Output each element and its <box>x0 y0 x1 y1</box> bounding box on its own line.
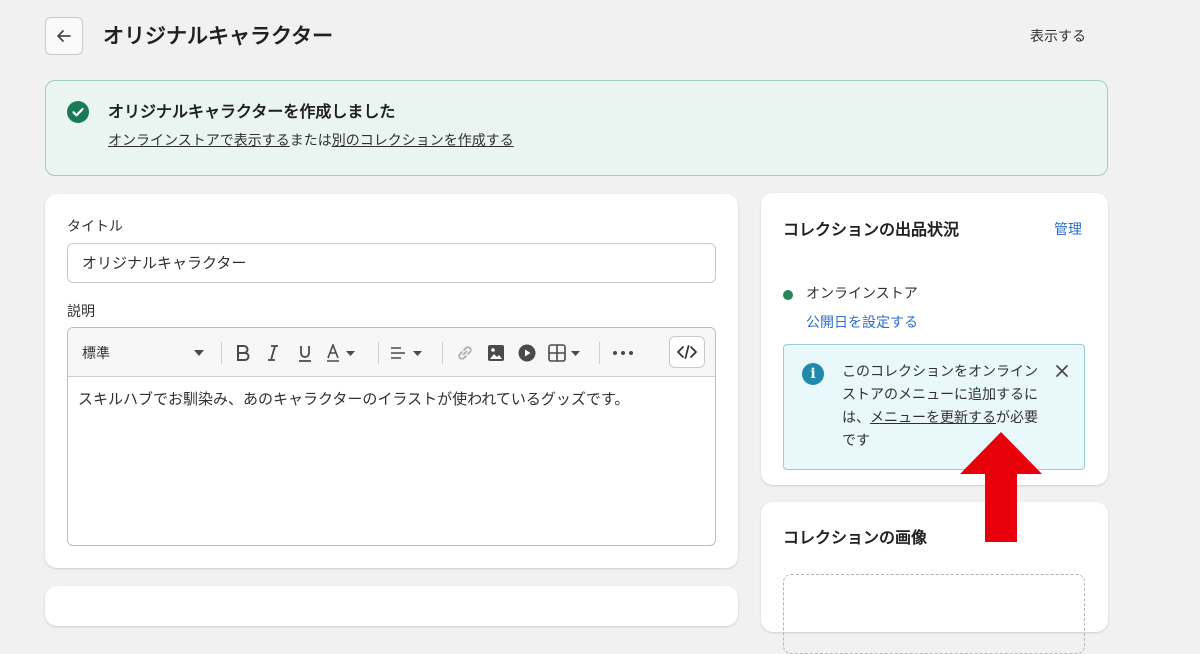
view-button[interactable]: 表示する <box>1030 27 1086 47</box>
bold-icon[interactable] <box>232 341 254 365</box>
availability-title: コレクションの出品状況 <box>783 220 960 239</box>
text-color-icon[interactable] <box>326 341 364 365</box>
underline-icon[interactable] <box>294 341 316 365</box>
back-button[interactable] <box>45 17 83 55</box>
description-editor: 標準 スキルハブでお馴染み、あのキャラクターのイラストが使われているグッズです。 <box>67 327 716 546</box>
caret-down-icon <box>194 350 204 356</box>
title-input[interactable]: オリジナルキャラクター <box>67 243 716 283</box>
collection-availability-card: コレクションの出品状況 管理 オンラインストア 公開日を設定する i このコレク… <box>761 193 1108 485</box>
close-icon[interactable] <box>1052 361 1072 381</box>
check-circle-icon <box>67 101 89 123</box>
toolbar-divider <box>442 342 443 364</box>
table-icon[interactable] <box>548 341 586 365</box>
editor-toolbar: 標準 <box>68 328 715 377</box>
toolbar-divider <box>599 342 600 364</box>
channel-online-store: オンラインストア <box>806 286 918 302</box>
image-dropzone[interactable] <box>783 574 1085 654</box>
image-icon[interactable] <box>485 341 507 365</box>
toolbar-divider <box>221 342 222 364</box>
format-select[interactable]: 標準 <box>76 341 210 365</box>
arrow-left-icon <box>57 30 71 42</box>
collection-details-card: タイトル オリジナルキャラクター 説明 標準 スキルハブでお馴染み、あのキャラク… <box>45 194 738 568</box>
manage-link[interactable]: 管理 <box>1054 220 1082 240</box>
banner-connector: または <box>289 133 332 149</box>
create-another-collection-link[interactable]: 別のコレクションを作成する <box>332 133 514 149</box>
description-text[interactable]: スキルハブでお馴染み、あのキャラクターのイラストが使われているグッズです。 <box>78 388 629 410</box>
view-online-store-link[interactable]: オンラインストアで表示する <box>108 133 290 149</box>
annotation-arrow-icon <box>960 432 1042 542</box>
link-icon[interactable] <box>454 341 476 365</box>
set-publish-date-link[interactable]: 公開日を設定する <box>806 313 918 333</box>
banner-title: オリジナルキャラクターを作成しました <box>108 102 396 121</box>
success-banner: オリジナルキャラクターを作成しました オンラインストアで表示するまたは別のコレク… <box>45 80 1108 176</box>
secondary-card <box>45 586 738 626</box>
description-label: 説明 <box>67 304 95 320</box>
info-icon: i <box>802 363 824 385</box>
more-icon[interactable] <box>611 341 635 365</box>
italic-icon[interactable] <box>262 341 284 365</box>
title-label: タイトル <box>67 219 123 235</box>
status-dot <box>783 290 793 300</box>
update-menu-link[interactable]: メニューを更新する <box>870 410 996 426</box>
code-icon[interactable] <box>669 336 705 368</box>
banner-actions: オンラインストアで表示するまたは別のコレクションを作成する <box>108 131 514 151</box>
image-card-title: コレクションの画像 <box>783 528 928 547</box>
toolbar-divider <box>378 342 379 364</box>
align-icon[interactable] <box>390 341 428 365</box>
page-title: オリジナルキャラクター <box>103 24 334 48</box>
format-select-value: 標準 <box>82 346 110 362</box>
collection-image-card: コレクションの画像 <box>761 502 1108 654</box>
video-icon[interactable] <box>516 341 538 365</box>
